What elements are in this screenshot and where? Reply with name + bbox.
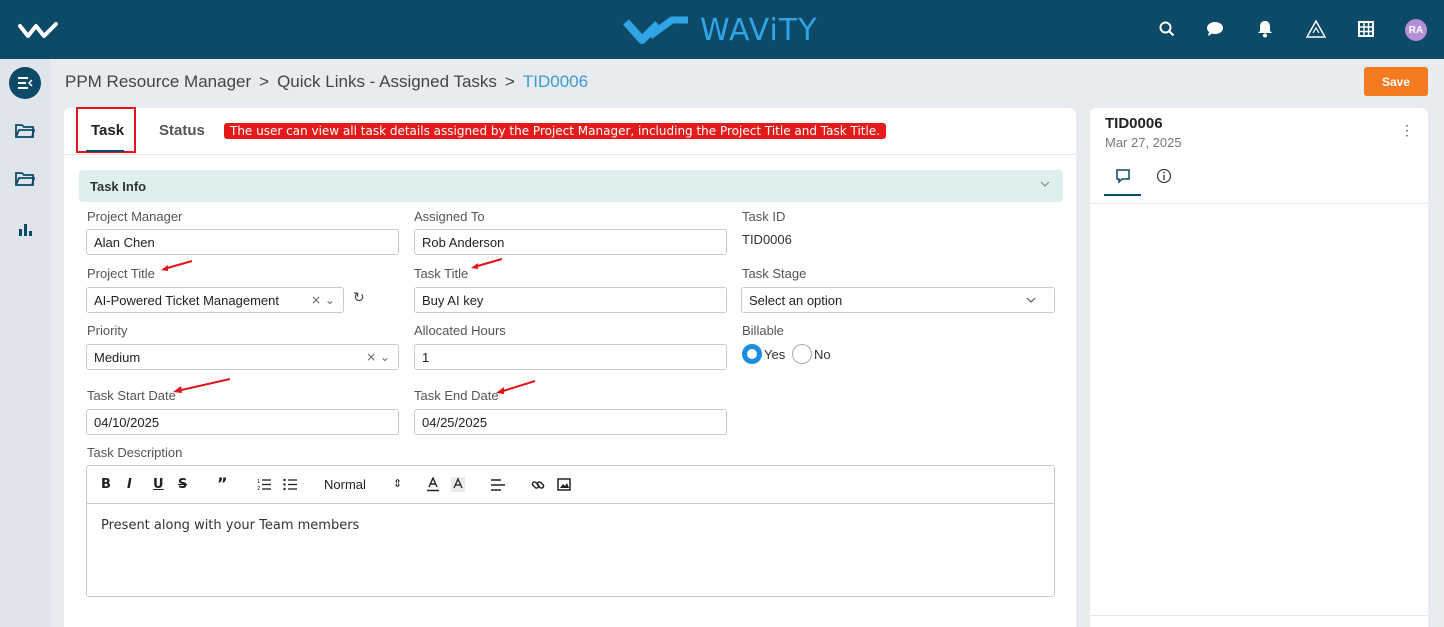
svg-text:2: 2 <box>257 486 260 491</box>
annotation-arrow-icon <box>496 380 536 394</box>
breadcrumb: PPM Resource Manager > Quick Links - Ass… <box>65 72 588 92</box>
editor-toolbar: B I U S ” 12 Normal ⇕ <box>87 466 1054 504</box>
italic-icon[interactable]: I <box>127 477 132 492</box>
bold-icon[interactable]: B <box>101 477 111 492</box>
comment-icon[interactable] <box>1115 168 1131 184</box>
task-stage-label: Task Stage <box>742 266 807 281</box>
bar-chart-icon[interactable] <box>9 213 41 245</box>
chat-icon[interactable] <box>1205 19 1225 39</box>
breadcrumb-separator: > <box>259 72 270 91</box>
app-logo-icon[interactable] <box>18 20 60 42</box>
task-end-date-field[interactable]: 04/25/2025 <box>414 409 727 435</box>
radio-unchecked-icon[interactable] <box>792 344 812 364</box>
collapse-menu-icon[interactable] <box>9 67 41 99</box>
tab-bar: Task Status The user can view all task d… <box>64 107 1076 155</box>
priority-label: Priority <box>87 323 128 338</box>
chevron-down-icon[interactable] <box>1039 178 1051 190</box>
tab-status[interactable]: Status <box>159 122 205 139</box>
billable-yes-radio[interactable]: Yes <box>742 344 785 364</box>
breadcrumb-item-quick-links[interactable]: Quick Links - Assigned Tasks <box>277 72 497 92</box>
breadcrumb-current: TID0006 <box>522 72 589 91</box>
assigned-to-field[interactable]: Rob Anderson <box>414 229 727 255</box>
project-title-select[interactable]: AI-Powered Ticket Management × ⌄ <box>86 287 344 313</box>
description-text[interactable]: Present along with your Team members <box>101 518 359 533</box>
chevron-down-icon <box>1026 297 1036 303</box>
select-arrows-icon[interactable]: ⇕ <box>393 477 402 490</box>
radio-checked-icon[interactable] <box>742 344 762 364</box>
task-end-date-label: Task End Date <box>414 388 499 403</box>
task-start-date-label: Task Start Date <box>87 388 176 403</box>
left-sidebar <box>0 59 51 627</box>
active-tab-indicator <box>1104 194 1141 196</box>
refresh-icon[interactable]: ↻ <box>353 290 365 306</box>
align-icon[interactable] <box>491 479 505 491</box>
annotation-arrow-icon <box>161 260 193 271</box>
allocated-hours-label: Allocated Hours <box>414 323 506 338</box>
folder-icon[interactable] <box>9 115 41 147</box>
task-form-card: Task Status The user can view all task d… <box>64 107 1076 627</box>
active-tab-indicator <box>86 150 124 152</box>
priority-select[interactable]: Medium × ⌄ <box>86 344 399 370</box>
clear-chevron-icon[interactable]: × ⌄ <box>366 350 390 364</box>
side-panel-date: Mar 27, 2025 <box>1105 135 1182 150</box>
brand-logo: WAViTY <box>622 12 817 48</box>
image-icon[interactable] <box>557 478 571 491</box>
tab-task[interactable]: Task <box>91 122 124 139</box>
breadcrumb-item-ppm[interactable]: PPM Resource Manager <box>65 72 251 92</box>
annotation-callout: The user can view all task details assig… <box>224 123 887 139</box>
top-header: WAViTY RA <box>0 0 1444 59</box>
underline-icon[interactable]: U <box>153 477 164 492</box>
task-description-label: Task Description <box>87 445 183 460</box>
annotation-arrow-icon <box>471 258 503 269</box>
task-id-value: TID0006 <box>742 232 792 247</box>
task-start-date-field[interactable]: 04/10/2025 <box>86 409 399 435</box>
font-color-icon[interactable] <box>427 477 439 492</box>
brand-name: WAViTY <box>700 12 818 48</box>
search-icon[interactable] <box>1157 19 1177 39</box>
project-manager-field[interactable]: Alan Chen <box>86 229 399 255</box>
heading-select[interactable]: Normal <box>324 477 366 492</box>
divider <box>1090 615 1428 616</box>
breadcrumb-separator: > <box>504 72 515 91</box>
side-panel-title: TID0006 <box>1105 115 1163 132</box>
clear-chevron-icon[interactable]: × ⌄ <box>311 293 335 307</box>
assigned-to-label: Assigned To <box>414 209 485 224</box>
project-manager-label: Project Manager <box>87 209 183 224</box>
priority-value: Medium <box>94 350 141 365</box>
annotation-arrow-icon <box>173 378 231 393</box>
bell-icon[interactable] <box>1255 19 1275 39</box>
task-id-label: Task ID <box>742 209 786 224</box>
task-title-label: Task Title <box>414 266 469 281</box>
save-button[interactable]: Save <box>1364 67 1428 96</box>
task-title-field[interactable]: Buy AI key <box>414 287 727 313</box>
project-title-value: AI-Powered Ticket Management <box>94 293 279 308</box>
strikethrough-icon[interactable]: S <box>178 477 187 492</box>
billable-yes-label: Yes <box>764 346 786 362</box>
bullet-list-icon[interactable] <box>283 478 297 491</box>
link-icon[interactable] <box>531 478 545 492</box>
rich-text-editor[interactable]: B I U S ” 12 Normal ⇕ Present along with… <box>86 465 1055 597</box>
section-title: Task Info <box>90 179 147 194</box>
billable-label: Billable <box>742 323 784 338</box>
activity-panel: TID0006 Mar 27, 2025 ⋮ <box>1090 108 1428 627</box>
svg-text:1: 1 <box>257 479 260 485</box>
user-avatar[interactable]: RA <box>1405 19 1427 41</box>
billable-no-label: No <box>814 346 831 362</box>
triangle-logo-icon[interactable] <box>1306 19 1326 39</box>
side-tab-bar <box>1090 158 1428 204</box>
task-info-section-header[interactable]: Task Info <box>79 170 1063 202</box>
task-stage-select[interactable]: Select an option <box>741 287 1055 313</box>
task-stage-placeholder: Select an option <box>749 293 843 308</box>
billable-no-radio[interactable]: No <box>792 344 831 364</box>
ordered-list-icon[interactable]: 12 <box>257 478 271 491</box>
project-title-label: Project Title <box>87 266 155 281</box>
wavity-mark-icon <box>623 16 688 44</box>
folder-icon[interactable] <box>9 163 41 195</box>
allocated-hours-field[interactable]: 1 <box>414 344 727 370</box>
more-vertical-icon[interactable]: ⋮ <box>1400 122 1414 139</box>
background-color-icon[interactable] <box>451 477 465 492</box>
quote-icon[interactable]: ” <box>217 474 228 493</box>
info-icon[interactable] <box>1156 168 1172 184</box>
grid-icon[interactable] <box>1356 19 1376 39</box>
